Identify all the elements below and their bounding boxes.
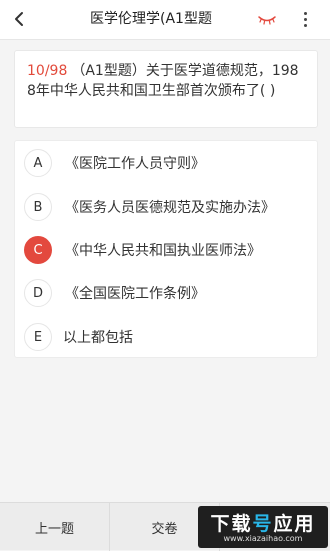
option-label: 《医院工作人员守则》 xyxy=(65,156,205,172)
watermark-title-a: 下载 xyxy=(210,513,253,535)
options-list: A 《医院工作人员守则》 B 《医务人员医德规范及实施办法》 C 《中华人民共和… xyxy=(14,140,318,358)
option-c[interactable]: C 《中华人民共和国执业医师法》 xyxy=(15,230,317,270)
chevron-left-icon xyxy=(15,12,23,26)
option-label: 以上都包括 xyxy=(63,330,133,346)
option-d[interactable]: D 《全国医院工作条例》 xyxy=(15,273,317,313)
watermark-url: www.xiazaihao.com xyxy=(223,534,303,543)
option-letter: E xyxy=(24,323,52,351)
prev-question-button[interactable]: 上一题 xyxy=(0,503,110,551)
question-card: 10/98 （A1型题）关于医学道德规范，1988年中华人民共和国卫生部首次颁布了… xyxy=(14,50,318,128)
back-button[interactable] xyxy=(6,6,32,32)
watermark-logo: 下载号应用 www.xiazaihao.com xyxy=(198,506,328,548)
eye-closed-icon xyxy=(258,16,276,25)
watermark-title-c: 应用 xyxy=(273,513,316,535)
question-text: 10/98 （A1型题）关于医学道德规范，1988年中华人民共和国卫生部首次颁布了… xyxy=(27,61,307,101)
option-e[interactable]: E 以上都包括 xyxy=(15,317,317,357)
option-label: 《中华人民共和国执业医师法》 xyxy=(65,243,261,259)
more-vertical-icon-dot xyxy=(303,23,307,27)
watermark-title: 下载号应用 xyxy=(204,509,322,536)
question-stem: （A1型题）关于医学道德规范，1988年中华人民共和国卫生部首次颁布了( ) xyxy=(27,63,299,99)
page-title: 医学伦理学(A1型题 xyxy=(90,11,212,27)
option-letter-selected: C xyxy=(24,236,52,264)
more-options-button[interactable] xyxy=(296,8,314,30)
top-bar: 医学伦理学(A1型题 xyxy=(0,0,330,40)
question-index: 10/98 xyxy=(27,63,68,79)
option-b[interactable]: B 《医务人员医德规范及实施办法》 xyxy=(15,187,317,227)
option-letter: D xyxy=(24,279,52,307)
eye-toggle-button[interactable] xyxy=(256,12,278,26)
more-vertical-icon-dot xyxy=(303,17,307,21)
option-letter: A xyxy=(24,149,52,177)
option-label: 《医务人员医德规范及实施办法》 xyxy=(65,200,275,216)
more-vertical-icon xyxy=(303,11,307,15)
watermark-title-b: 号 xyxy=(252,513,274,535)
option-letter: B xyxy=(24,193,52,221)
option-a[interactable]: A 《医院工作人员守则》 xyxy=(15,143,317,183)
option-label: 《全国医院工作条例》 xyxy=(65,286,205,302)
